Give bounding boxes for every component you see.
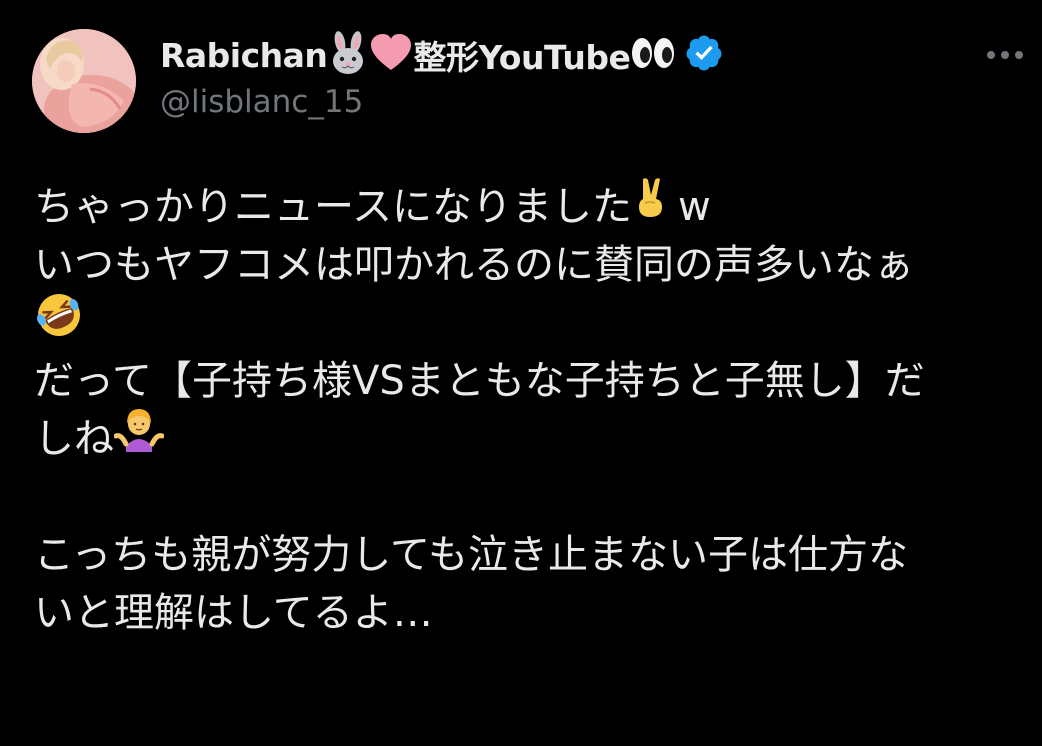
- more-dot: [987, 51, 995, 59]
- display-name-suffix[interactable]: 整形YouTube: [413, 31, 630, 79]
- more-options-icon[interactable]: [980, 40, 1030, 70]
- user-handle[interactable]: @lisblanc_15: [160, 84, 363, 120]
- name-row[interactable]: Rabichan 整形YouTube: [160, 30, 724, 80]
- eyes-icon: [630, 36, 676, 74]
- victory-hand-icon: [632, 175, 672, 235]
- post-line: [34, 294, 1014, 352]
- post-line: こっちも親が努力しても泣き止まない子は仕方な: [34, 532, 908, 578]
- post-line: しね: [34, 409, 1014, 468]
- verified-badge-icon[interactable]: [684, 33, 724, 77]
- post-line-blank: [34, 468, 1014, 526]
- person-shrugging-icon: [113, 406, 165, 468]
- post-body: ちゃっかりニュースになりました w いつもヤフコメは叩かれるのに賛同の声多いなぁ …: [34, 178, 1014, 642]
- post-line: だって【子持ち様VSまともな子持ちと子無し】だ: [34, 358, 925, 404]
- rabbit-face-icon: [327, 31, 369, 79]
- avatar[interactable]: [32, 29, 136, 133]
- pink-heart-icon: [369, 33, 413, 77]
- more-dot: [1015, 51, 1023, 59]
- display-name[interactable]: Rabichan: [160, 36, 328, 75]
- avatar-image: [32, 29, 136, 133]
- more-dot: [1001, 51, 1009, 59]
- post-line: ちゃっかりニュースになりました w: [34, 178, 1014, 236]
- post: Rabichan 整形YouTube @lisblanc_15 ちゃっかりニュー…: [0, 0, 1042, 746]
- post-line: いつもヤフコメは叩かれるのに賛同の声多いなぁ: [34, 242, 914, 288]
- post-line: いと理解はしてるよ…: [34, 590, 433, 636]
- rolling-laughing-icon: [34, 290, 84, 356]
